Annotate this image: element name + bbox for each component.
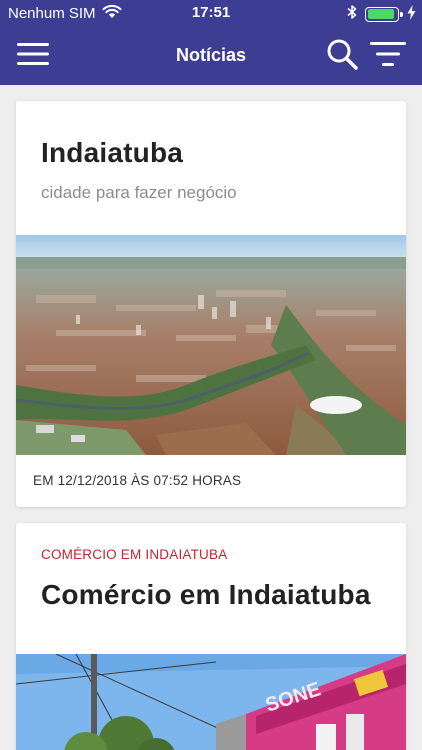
news-title: Comércio em Indaiatuba [41, 579, 371, 610]
app-screen: Nenhum SIM 17:51 Notícias Indaiatuba cid… [0, 0, 422, 750]
news-title: Indaiatuba [41, 137, 184, 168]
wifi-icon [102, 4, 122, 23]
news-category: COMÉRCIO EM INDAIATUBA [41, 547, 228, 562]
search-icon [326, 38, 358, 75]
battery-cap [400, 11, 403, 17]
carrier-label: Nenhum SIM [8, 5, 96, 22]
battery-level [367, 9, 394, 19]
bluetooth-icon [347, 4, 357, 24]
filter-icon [370, 41, 406, 72]
app-bar: Notícias [0, 28, 422, 85]
status-right [347, 4, 416, 24]
search-button[interactable] [322, 28, 362, 85]
header: Nenhum SIM 17:51 Notícias [0, 0, 422, 85]
status-bar: Nenhum SIM 17:51 [0, 0, 422, 28]
news-card[interactable]: COMÉRCIO EM INDAIATUBA Comércio em Indai… [16, 523, 406, 750]
news-image [16, 235, 406, 455]
news-subtitle: cidade para fazer negócio [41, 183, 237, 202]
news-date: EM 12/12/2018 ÀS 07:52 HORAS [33, 473, 242, 488]
news-card[interactable]: Indaiatuba cidade para fazer negócio EM … [16, 101, 406, 507]
news-image: SONE [16, 654, 406, 750]
status-left: Nenhum SIM [8, 4, 122, 23]
battery-icon [365, 6, 403, 22]
filter-button[interactable] [366, 28, 410, 85]
charging-icon [407, 4, 416, 24]
news-feed: Indaiatuba cidade para fazer negócio EM … [0, 85, 422, 750]
